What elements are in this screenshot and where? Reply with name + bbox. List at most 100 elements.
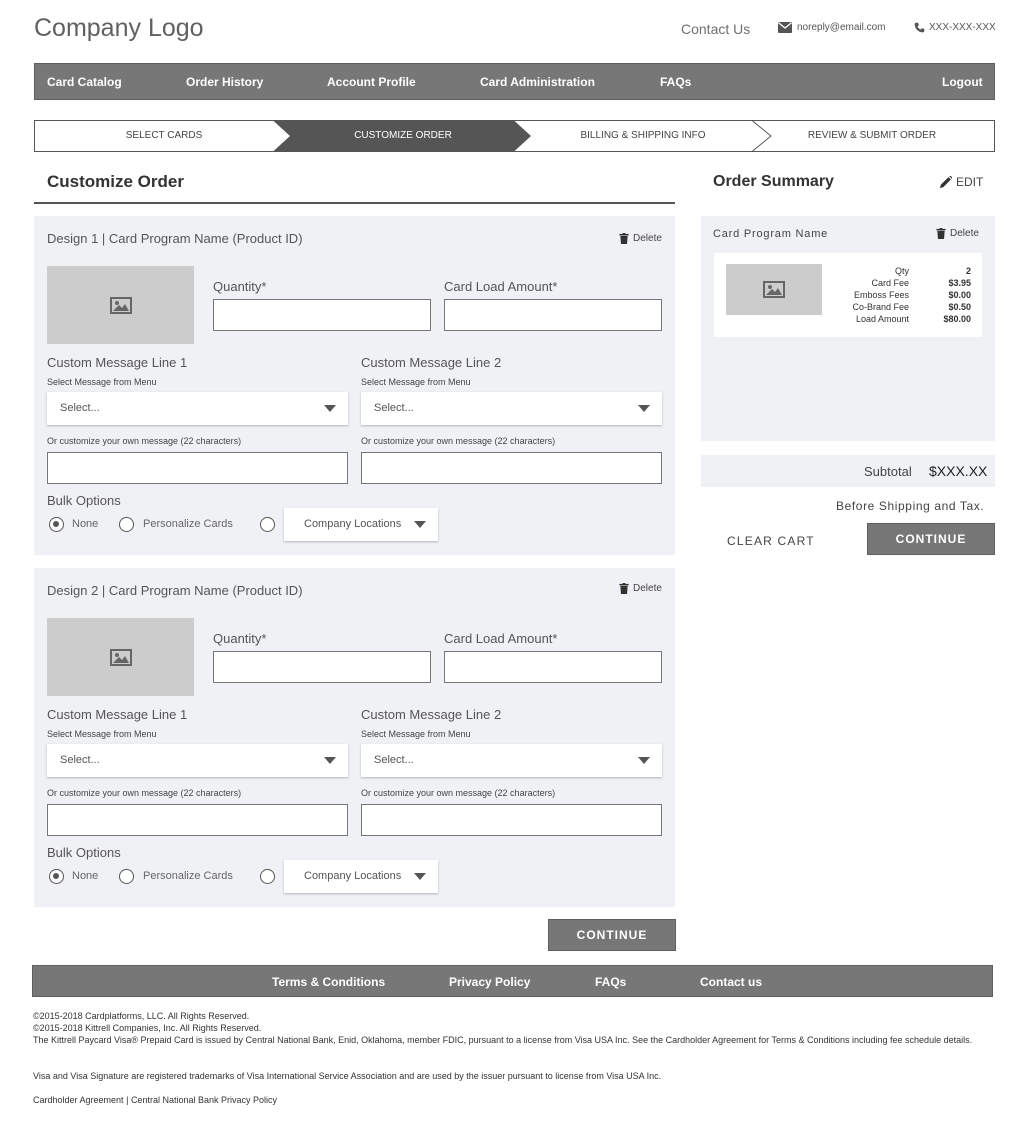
fee-value: $80.00 [943,314,971,324]
menu-hint: Select Message from Menu [47,729,157,739]
footer-faqs-link[interactable]: FAQs [595,975,626,989]
menu-hint: Select Message from Menu [361,729,471,739]
message-line-2-select[interactable]: Select... [361,392,662,425]
phone-text: XXX-XXX-XXX [929,22,996,33]
delete-design-button[interactable]: Delete [619,583,662,594]
nav-card-catalog[interactable]: Card Catalog [47,75,122,89]
bulk-none-label: None [72,870,99,882]
step-review-submit[interactable]: REVIEW & SUBMIT ORDER [808,130,936,141]
summary-card-image [726,264,822,315]
message-line-2-label: Custom Message Line 2 [361,355,502,370]
caret-down-icon [638,757,650,764]
card-load-input[interactable] [444,299,662,331]
fee-label: Co-Brand Fee [852,302,909,312]
legal-links: Cardholder Agreement | Central National … [33,1094,983,1106]
bulk-locations-radio[interactable] [260,517,275,532]
fee-label: Card Fee [871,278,909,288]
bulk-personalize-radio[interactable] [119,517,134,532]
fee-value: $0.50 [948,302,971,312]
footer-privacy-link[interactable]: Privacy Policy [449,975,530,989]
step-billing-shipping[interactable]: BILLING & SHIPPING INFO [580,130,705,141]
bulk-options-label: Bulk Options [47,493,121,508]
trademark-notice: Visa and Visa Signature are registered t… [33,1071,662,1081]
fee-label: Load Amount [855,314,909,324]
image-placeholder-icon [109,296,132,314]
step-customize-order[interactable]: CUSTOMIZE ORDER [354,130,452,141]
message-line-1-select[interactable]: Select... [47,392,348,425]
design-title: Design 2 | Card Program Name (Product ID… [47,583,303,598]
contact-us-link[interactable]: Contact Us [681,21,750,37]
quantity-input[interactable] [213,651,431,683]
company-locations-select[interactable]: Company Locations [284,508,438,541]
bulk-none-radio[interactable] [49,517,64,532]
bank-privacy-link[interactable]: Central National Bank Privacy Policy [131,1095,277,1105]
menu-hint: Select Message from Menu [361,377,471,387]
design-title: Design 1 | Card Program Name (Product ID… [47,231,303,246]
custom-message-2-input[interactable] [361,452,662,484]
custom-message-1-input[interactable] [47,804,348,836]
select-value: Company Locations [304,870,402,882]
fee-label: Qty [894,266,909,276]
clear-cart-button[interactable]: CLEAR CART [727,534,815,548]
footer-contact-link[interactable]: Contact us [700,975,762,989]
delete-summary-item-button[interactable]: Delete [936,228,979,239]
caret-down-icon [324,757,336,764]
pencil-icon [940,176,952,188]
custom-message-hint: Or customize your own message (22 charac… [47,788,242,798]
nav-order-history[interactable]: Order History [186,75,263,89]
nav-account-profile[interactable]: Account Profile [327,75,416,89]
quantity-input[interactable] [213,299,431,331]
fee-label: Emboss Fees [853,290,909,300]
edit-order-button[interactable]: EDIT [940,175,983,189]
checkout-steps: SELECT CARDS CUSTOMIZE ORDER BILLING & S… [34,120,995,152]
quantity-label: Quantity* [213,631,267,646]
company-logo[interactable]: Company Logo [34,14,204,43]
order-summary-title: Order Summary [713,173,834,190]
select-value: Select... [374,754,414,766]
logout-link[interactable]: Logout [942,75,983,89]
bulk-none-label: None [72,518,99,530]
custom-message-hint: Or customize your own message (22 charac… [361,788,556,798]
custom-message-2-input[interactable] [361,804,662,836]
design-panel-1: Design 1 | Card Program Name (Product ID… [34,216,675,555]
bulk-options-label: Bulk Options [47,845,121,860]
bulk-none-radio[interactable] [49,869,64,884]
nav-faqs[interactable]: FAQs [660,75,691,89]
email-text: noreply@email.com [797,22,886,33]
message-line-2-label: Custom Message Line 2 [361,707,502,722]
company-locations-select[interactable]: Company Locations [284,860,438,893]
menu-hint: Select Message from Menu [47,377,157,387]
delete-design-button[interactable]: Delete [619,233,662,244]
continue-button[interactable]: CONTINUE [548,919,676,951]
bulk-personalize-radio[interactable] [119,869,134,884]
footer-terms-link[interactable]: Terms & Conditions [272,975,385,989]
card-load-input[interactable] [444,651,662,683]
cardholder-agreement-link[interactable]: Cardholder Agreement [33,1095,124,1105]
step-select-cards[interactable]: SELECT CARDS [126,130,203,141]
message-line-1-select[interactable]: Select... [47,744,348,777]
select-value: Select... [60,754,100,766]
card-design-image [47,618,194,696]
custom-message-1-input[interactable] [47,452,348,484]
message-line-2-select[interactable]: Select... [361,744,662,777]
image-placeholder-icon [763,281,785,298]
nav-card-administration[interactable]: Card Administration [480,75,595,89]
caret-down-icon [414,521,426,528]
design-panel-2: Design 2 | Card Program Name (Product ID… [34,568,675,907]
bulk-locations-radio[interactable] [260,869,275,884]
summary-continue-button[interactable]: CONTINUE [867,523,995,555]
summary-program-name: Card Program Name [713,228,829,240]
trash-icon [619,233,629,244]
subtotal-bar: Subtotal $XXX.XX [701,455,995,487]
order-summary-panel: Card Program Name Delete Qty 2 Card Fee … [701,216,995,441]
subtotal-value: $XXX.XX [929,463,988,479]
phone-contact[interactable]: XXX-XXX-XXX [914,22,996,33]
issuer-disclaimer: The Kittrell Paycard Visa® Prepaid Card … [33,1035,973,1045]
caret-down-icon [638,405,650,412]
email-contact[interactable]: noreply@email.com [778,22,886,33]
card-load-label: Card Load Amount* [444,279,558,294]
bulk-personalize-label: Personalize Cards [143,870,233,882]
select-value: Company Locations [304,518,402,530]
customize-order-title: Customize Order [47,172,184,191]
trash-icon [619,583,629,594]
